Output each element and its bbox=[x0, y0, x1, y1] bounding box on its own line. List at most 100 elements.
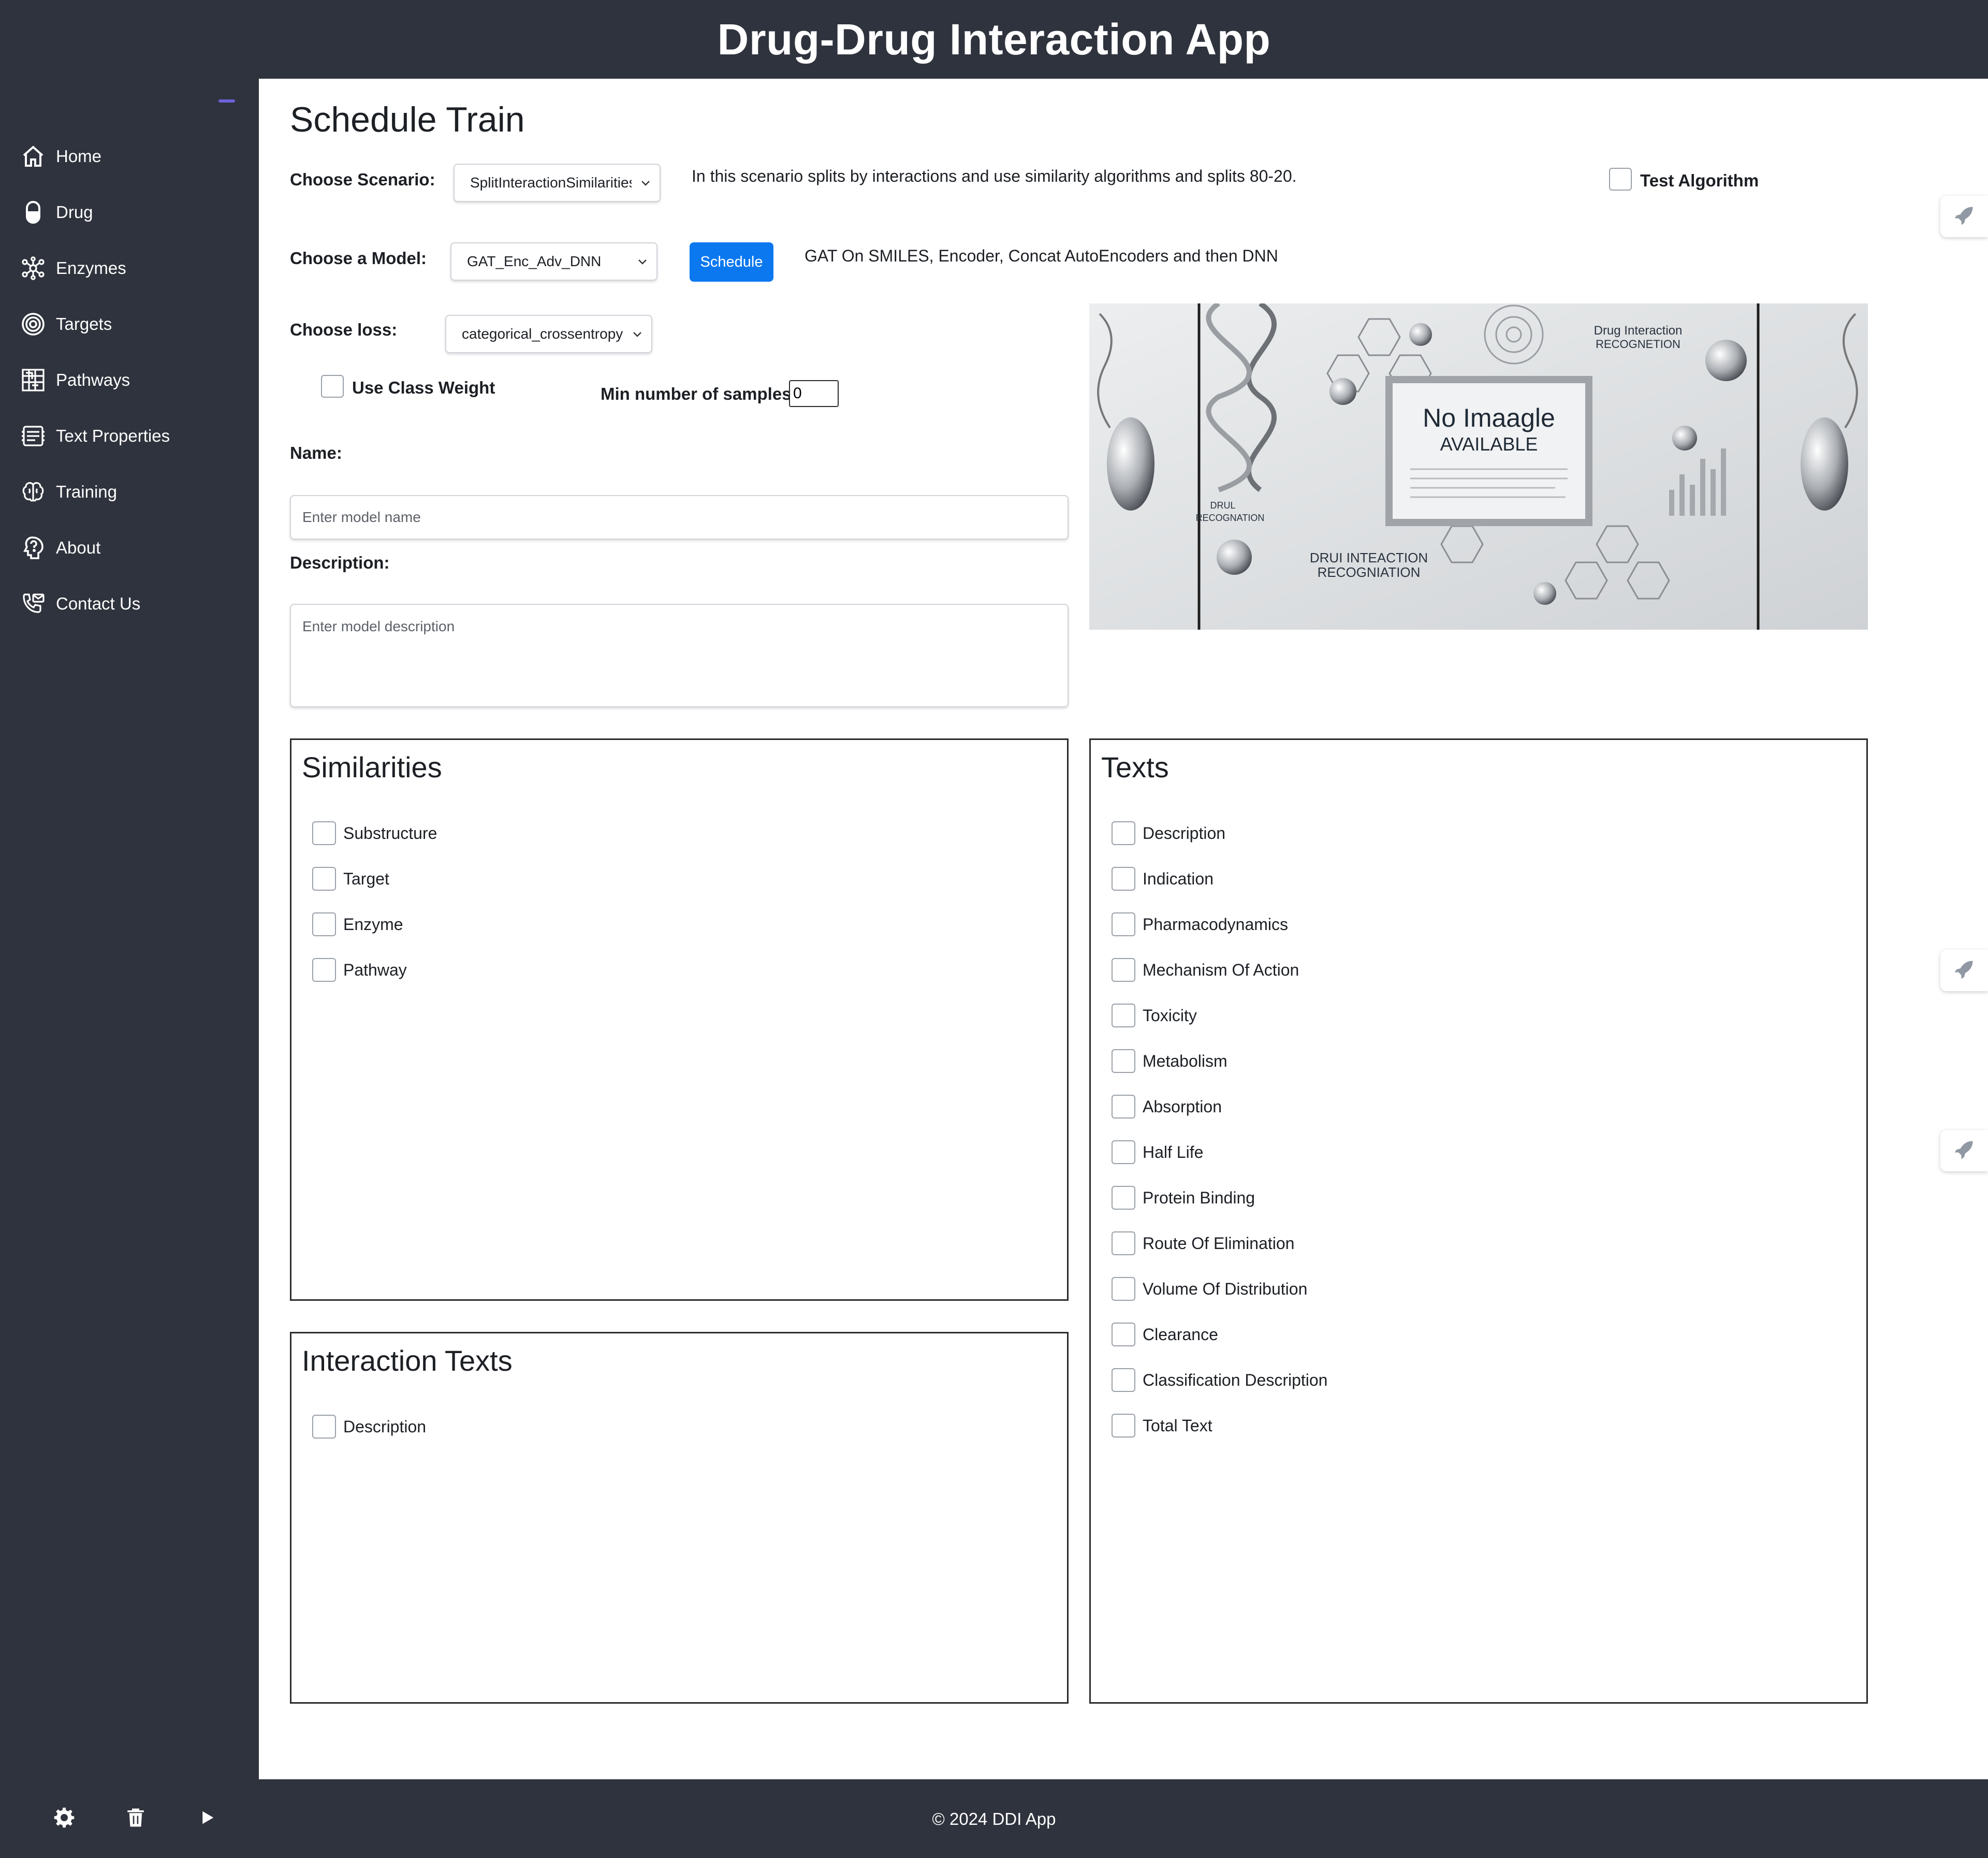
sidebar-item-targets[interactable]: Targets bbox=[0, 296, 259, 352]
scenario-label: Choose Scenario: bbox=[290, 170, 435, 189]
sidebar: Home Drug Enzymes Targets Pathways Text … bbox=[0, 79, 259, 1779]
checkbox[interactable] bbox=[312, 821, 336, 845]
interaction-texts-title: Interaction Texts bbox=[302, 1344, 513, 1377]
app-footer: © 2024 DDI App bbox=[0, 1779, 1988, 1858]
hero-image: No Imaagle AVAILABLE Drug Interaction RE… bbox=[1089, 303, 1868, 630]
loss-select[interactable]: categorical_crossentropy bbox=[445, 315, 652, 353]
chevron-down-icon bbox=[632, 177, 660, 189]
checkbox[interactable] bbox=[1112, 1277, 1135, 1301]
option-label: Mechanism Of Action bbox=[1143, 960, 1299, 979]
option-label: Toxicity bbox=[1143, 1006, 1197, 1025]
page-title: Schedule Train bbox=[290, 100, 525, 139]
checkbox[interactable] bbox=[1112, 912, 1135, 936]
sidebar-item-home[interactable]: Home bbox=[0, 128, 259, 184]
app-title: Drug-Drug Interaction App bbox=[717, 14, 1271, 64]
checkbox[interactable] bbox=[1112, 1049, 1135, 1073]
class-weight-checkbox[interactable] bbox=[321, 375, 344, 398]
option-label: Description bbox=[1143, 823, 1226, 843]
similarities-title: Similarities bbox=[302, 751, 442, 783]
model-name-input[interactable] bbox=[290, 495, 1069, 540]
sidebar-item-label: Pathways bbox=[56, 370, 130, 389]
main-content: Schedule Train Choose Scenario: SplitInt… bbox=[259, 79, 1988, 1779]
sidebar-collapse-toggle[interactable] bbox=[218, 99, 235, 103]
interaction-text-option-description[interactable]: Description bbox=[312, 1395, 426, 1459]
hero-caption-left: DRUL bbox=[1210, 500, 1235, 511]
option-label: Route Of Elimination bbox=[1143, 1233, 1295, 1253]
text-option[interactable]: Total Text bbox=[1112, 1393, 1327, 1458]
sidebar-item-label: Home bbox=[56, 147, 102, 166]
sidebar-item-pathways[interactable]: Pathways bbox=[0, 352, 259, 408]
scenario-select-value: SplitInteractionSimilarities bbox=[470, 175, 632, 191]
schedule-button[interactable]: Schedule bbox=[690, 242, 773, 282]
sidebar-item-label: Text Properties bbox=[56, 426, 170, 445]
sidebar-item-label: Training bbox=[56, 482, 117, 501]
option-label: Pharmacodynamics bbox=[1143, 915, 1288, 934]
hero-caption-left-2: RECOGNATION bbox=[1196, 513, 1265, 523]
about-icon bbox=[20, 534, 47, 561]
hero-headline: No Imaagle bbox=[1423, 403, 1555, 432]
option-label: Total Text bbox=[1143, 1416, 1212, 1435]
checkbox[interactable] bbox=[312, 867, 336, 891]
model-select[interactable]: GAT_Enc_Adv_DNN bbox=[450, 242, 657, 281]
option-label: Indication bbox=[1143, 869, 1214, 888]
sidebar-item-contact-us[interactable]: Contact Us bbox=[0, 576, 259, 632]
texts-list: Description Indication Pharmacodynamics … bbox=[1112, 801, 1327, 1458]
scenario-select[interactable]: SplitInteractionSimilarities bbox=[454, 164, 661, 202]
sidebar-item-enzymes[interactable]: Enzymes bbox=[0, 240, 259, 296]
interaction-texts-panel: Interaction Texts Description bbox=[290, 1332, 1069, 1704]
checkbox[interactable] bbox=[312, 1415, 336, 1439]
sidebar-item-label: Targets bbox=[56, 314, 112, 333]
hero-caption-top-2: RECOGNETION bbox=[1596, 338, 1680, 351]
sidebar-item-text-properties[interactable]: Text Properties bbox=[0, 408, 259, 464]
checkbox[interactable] bbox=[1112, 1004, 1135, 1027]
copyright-text: © 2024 DDI App bbox=[932, 1809, 1056, 1828]
hero-caption-bottom-2: RECOGNIATION bbox=[1318, 564, 1421, 580]
texts-panel: Texts Description Indication Pharmacodyn… bbox=[1089, 738, 1868, 1704]
option-label: Classification Description bbox=[1143, 1370, 1328, 1389]
min-samples-label: Min number of samples bbox=[601, 384, 792, 403]
checkbox[interactable] bbox=[1112, 1186, 1135, 1210]
model-description-input[interactable] bbox=[290, 604, 1069, 707]
pill-icon bbox=[20, 199, 47, 226]
text-properties-icon bbox=[20, 423, 47, 449]
sidebar-item-training[interactable]: Training bbox=[0, 464, 259, 520]
option-label: Target bbox=[343, 869, 389, 888]
checkbox[interactable] bbox=[1112, 1414, 1135, 1438]
launch-widget[interactable] bbox=[1940, 196, 1988, 237]
checkbox[interactable] bbox=[1112, 821, 1135, 845]
class-weight-label: Use Class Weight bbox=[352, 378, 495, 397]
checkbox[interactable] bbox=[1112, 1231, 1135, 1255]
checkbox[interactable] bbox=[1112, 1368, 1135, 1392]
checkbox[interactable] bbox=[1112, 1140, 1135, 1164]
similarities-list: Substructure Target Enzyme Pathway bbox=[312, 801, 437, 1002]
texts-title: Texts bbox=[1101, 751, 1169, 783]
min-samples-input[interactable] bbox=[789, 380, 839, 407]
target-icon bbox=[20, 311, 47, 338]
checkbox[interactable] bbox=[312, 912, 336, 936]
option-label: Protein Binding bbox=[1143, 1188, 1255, 1207]
checkbox[interactable] bbox=[1112, 958, 1135, 982]
sidebar-item-drug[interactable]: Drug bbox=[0, 184, 259, 240]
option-label: Half Life bbox=[1143, 1142, 1204, 1162]
checkbox[interactable] bbox=[1112, 1323, 1135, 1346]
test-algorithm-label: Test Algorithm bbox=[1640, 171, 1759, 190]
option-label: Description bbox=[343, 1417, 427, 1436]
model-description: GAT On SMILES, Encoder, Concat AutoEncod… bbox=[805, 246, 1278, 265]
sidebar-item-about[interactable]: About bbox=[0, 520, 259, 576]
chevron-down-icon bbox=[628, 255, 656, 268]
checkbox[interactable] bbox=[1112, 867, 1135, 891]
scenario-description: In this scenario splits by interactions … bbox=[692, 167, 1297, 185]
brain-icon bbox=[20, 478, 47, 505]
launch-widget[interactable] bbox=[1940, 1130, 1988, 1171]
similarity-option-pathway[interactable]: Pathway bbox=[312, 938, 437, 1002]
checkbox[interactable] bbox=[312, 958, 336, 982]
contact-icon bbox=[20, 590, 47, 617]
launch-widget[interactable] bbox=[1940, 950, 1988, 991]
checkbox[interactable] bbox=[1112, 1095, 1135, 1119]
sidebar-nav: Home Drug Enzymes Targets Pathways Text … bbox=[0, 128, 259, 632]
hero-caption-top: Drug Interaction bbox=[1594, 324, 1683, 338]
enzyme-icon bbox=[20, 255, 47, 282]
loss-label: Choose loss: bbox=[290, 320, 398, 339]
test-algorithm-checkbox[interactable] bbox=[1609, 168, 1632, 191]
model-label: Choose a Model: bbox=[290, 249, 427, 268]
